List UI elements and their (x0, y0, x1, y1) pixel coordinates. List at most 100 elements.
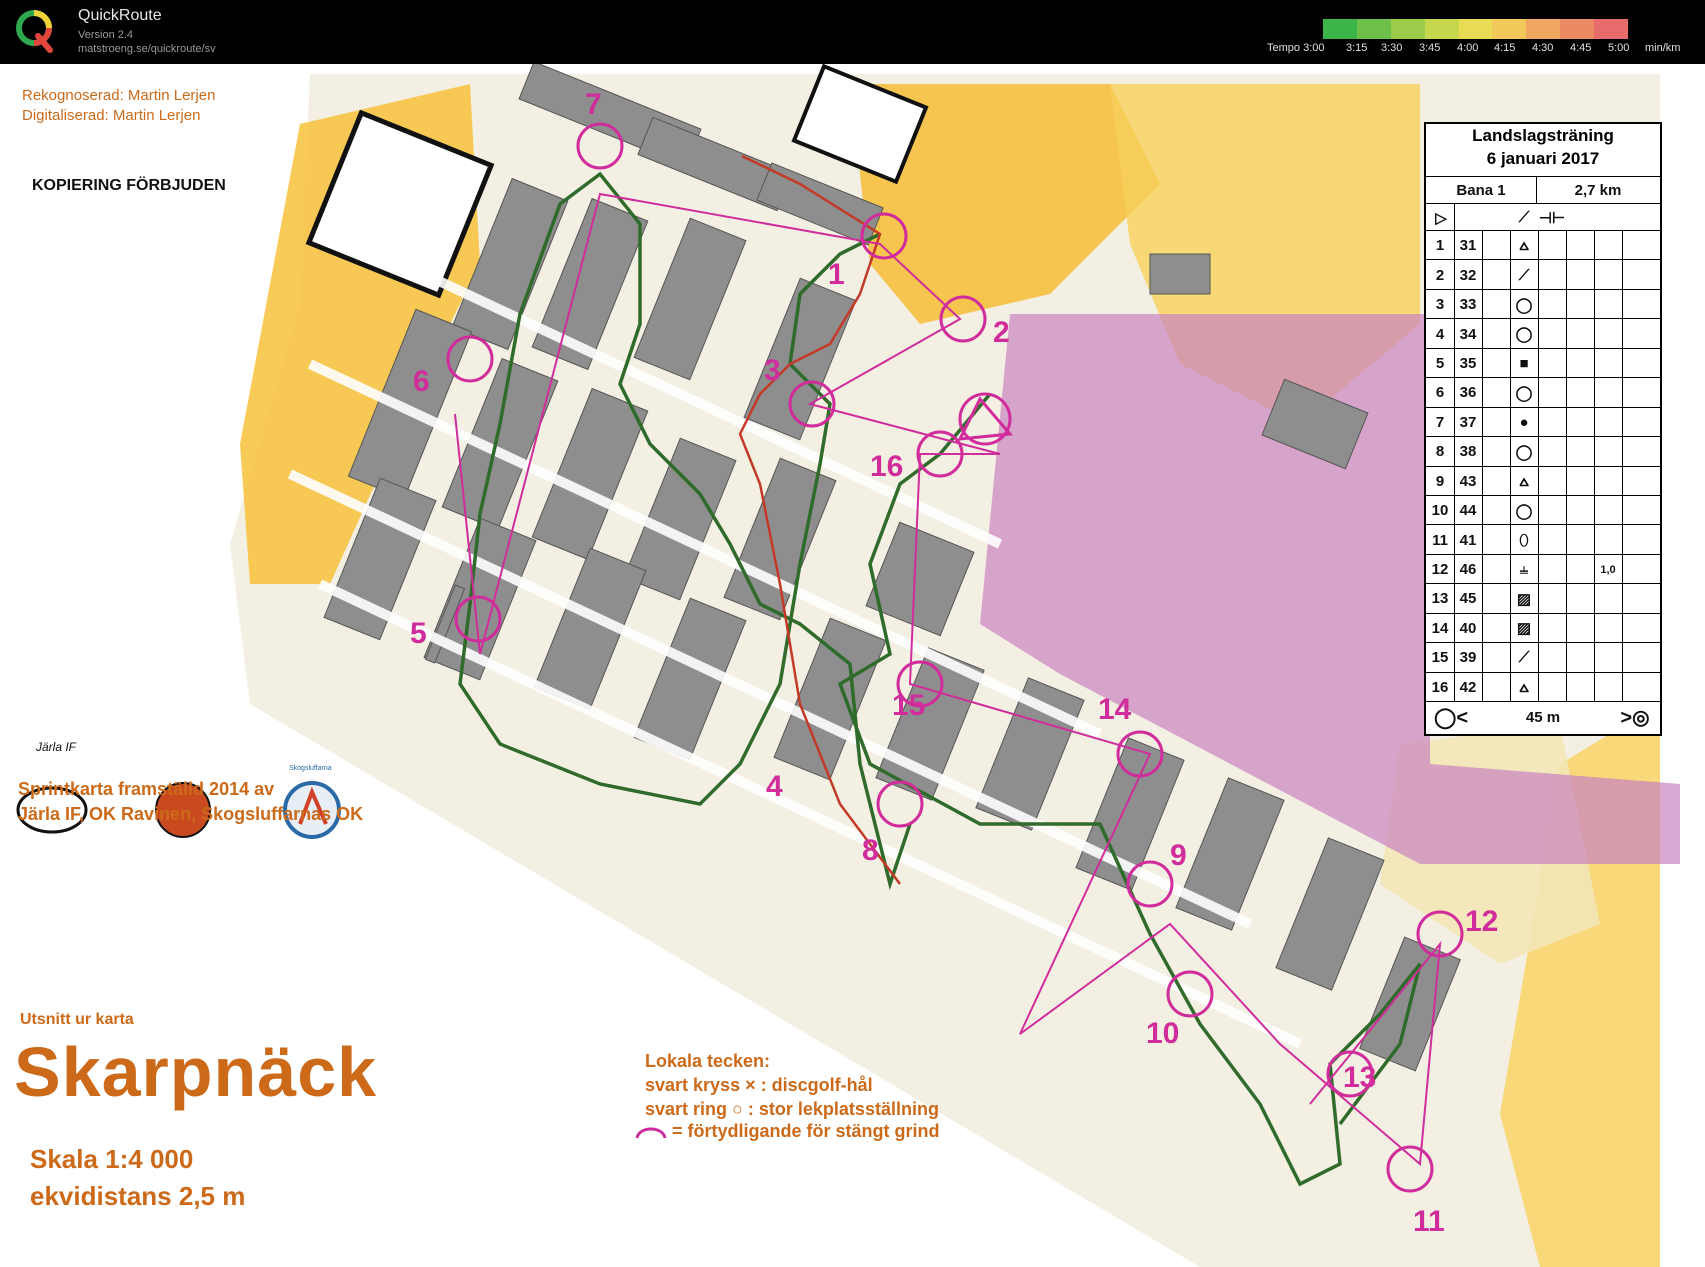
control-row-code: 39 (1459, 649, 1477, 667)
control-feature-icon: ◯ (1515, 384, 1533, 402)
control-feature-icon: ⩟ (1519, 472, 1529, 490)
control-row: 2 32 ⟋ (1426, 259, 1660, 289)
tempo-label: 3:15 (1346, 42, 1368, 54)
start-row: ▷ ⟋ ⊣⊢ (1426, 203, 1660, 231)
control-number-9: 9 (1170, 839, 1187, 872)
description-date: 6 januari 2017 (1486, 149, 1600, 168)
control-number-6: 6 (413, 365, 430, 398)
control-row-code: 32 (1459, 266, 1477, 284)
control-row-number: 14 (1431, 619, 1449, 637)
control-row-code: 44 (1459, 502, 1477, 520)
tempo-color-cell (1323, 19, 1358, 39)
app-url: matstroeng.se/quickroute/sv (78, 43, 216, 55)
tempo-color-cell (1492, 19, 1527, 39)
local-symbol-1: svart kryss × : discgolf-hål (645, 1075, 873, 1095)
app-title: QuickRoute (78, 7, 162, 24)
digital-text: Digitaliserad: Martin Lerjen (22, 107, 201, 124)
tempo-color-cell (1458, 19, 1493, 39)
control-row: 9 43 ⩟ (1426, 465, 1660, 496)
tempo-label: 4:15 (1494, 42, 1516, 54)
control-row-number: 1 (1435, 237, 1445, 255)
control-feature-icon: ⩟ (1519, 237, 1529, 255)
control-row-number: 2 (1435, 266, 1445, 284)
control-number-14: 14 (1098, 693, 1132, 726)
finish-distance: 45 m (1525, 709, 1561, 726)
tempo-color-cell (1390, 19, 1426, 39)
control-row-code: 36 (1459, 384, 1477, 402)
control-row: 4 34 ◯ (1426, 318, 1660, 348)
control-row-number: 4 (1435, 325, 1445, 343)
control-row-code: 41 (1459, 531, 1477, 549)
sprint-credit-2: Järla IF, OK Ravinen, Skogsluffarnas OK (18, 804, 364, 824)
control-row-number: 10 (1431, 502, 1449, 520)
control-feature-icon: ◯ (1515, 326, 1533, 344)
control-row-number: 5 (1435, 354, 1445, 372)
control-row-code: 33 (1459, 296, 1477, 314)
control-row: 5 35 ■ (1426, 347, 1660, 378)
control-number-7: 7 (585, 88, 602, 121)
control-row: 8 38 ◯ (1426, 436, 1660, 466)
control-row-number: 8 (1435, 443, 1445, 461)
finish-row: ◯< 45 m >◎ (1426, 701, 1660, 733)
control-row-code: 35 (1459, 354, 1477, 372)
tempo-label: 5:00 (1608, 42, 1630, 54)
local-symbols-title: Lokala tecken: (645, 1051, 771, 1071)
control-feature-icon: ⟋ (1518, 649, 1530, 667)
control-number-3: 3 (764, 354, 781, 387)
top-bar: QuickRoute Version 2.4 matstroeng.se/qui… (0, 0, 1705, 64)
tempo-label: 3:30 (1381, 42, 1403, 54)
control-number-2: 2 (993, 316, 1010, 349)
control-row: 12 46 ⫨ 1,0 (1426, 553, 1660, 584)
control-row-code: 46 (1459, 561, 1477, 579)
control-row-code: 45 (1459, 590, 1477, 608)
control-row-number: 6 (1435, 384, 1445, 402)
control-number-12: 12 (1465, 905, 1499, 938)
control-row: 10 44 ◯ (1426, 494, 1660, 525)
tempo-color-cell (1594, 19, 1629, 39)
steep-slope-icon: ⟋ (1518, 209, 1530, 226)
start-triangle-icon: ▷ (1435, 209, 1447, 227)
control-row: 6 36 ◯ (1426, 377, 1660, 407)
control-feature-icon: ⬯ (1519, 531, 1529, 549)
control-row-code: 38 (1459, 443, 1477, 461)
club-logo-ravinen-label: OK Ravinen (156, 738, 196, 745)
tempo-label: min/km (1645, 42, 1681, 54)
map-name: Skarpnäck (14, 1033, 378, 1111)
tempo-color-cell (1356, 19, 1392, 39)
control-row-number: 13 (1431, 590, 1449, 608)
control-row-number: 3 (1435, 296, 1445, 314)
control-row: 14 40 ▨ (1426, 612, 1660, 643)
control-row-number: 7 (1435, 413, 1445, 431)
control-row-number: 9 (1435, 472, 1445, 490)
control-number-16: 16 (870, 450, 904, 483)
contour-text: ekvidistans 2,5 m (30, 1181, 246, 1211)
club-logo-jarla-label: Järla IF (36, 740, 77, 754)
tempo-color-bar (1323, 19, 1629, 39)
control-row-number: 16 (1431, 678, 1449, 696)
control-row-code: 34 (1459, 325, 1477, 343)
closed-gate-icon (635, 1127, 667, 1139)
control-row: 15 39 ⟋ (1426, 642, 1660, 672)
control-row: 11 41 ⬯ (1426, 524, 1660, 554)
tempo-label: 4:00 (1457, 42, 1479, 54)
control-number-1: 1 (828, 258, 845, 291)
tempo-color-cell (1560, 19, 1595, 39)
control-number-10: 10 (1146, 1017, 1180, 1050)
course-header-row: Bana 1 2,7 km (1426, 176, 1660, 204)
control-number-11: 11 (1413, 1205, 1445, 1238)
club-logo-skogsluffarna-label: Skogsluffarna (289, 765, 332, 772)
control-number-15: 15 (892, 689, 926, 722)
copy-warning: KOPIERING FÖRBJUDEN (32, 177, 226, 194)
course-name: Bana 1 (1456, 182, 1506, 199)
control-number-13: 13 (1343, 1061, 1377, 1094)
control-number-8: 8 (862, 834, 879, 867)
control-row-number: 11 (1432, 531, 1448, 549)
control-row-code: 40 (1459, 619, 1477, 637)
control-number-4: 4 (766, 770, 783, 803)
control-feature-icon: ● (1519, 413, 1529, 431)
finish-circle-icon: >◎ (1620, 707, 1650, 729)
wall-junction-icon: ⊣⊢ (1538, 209, 1566, 227)
control-row-code: 43 (1459, 472, 1477, 490)
control-feature-icon: ⫨ (1519, 561, 1529, 579)
sprint-credit-1: Sprintkarta framställd 2014 av (18, 779, 275, 799)
